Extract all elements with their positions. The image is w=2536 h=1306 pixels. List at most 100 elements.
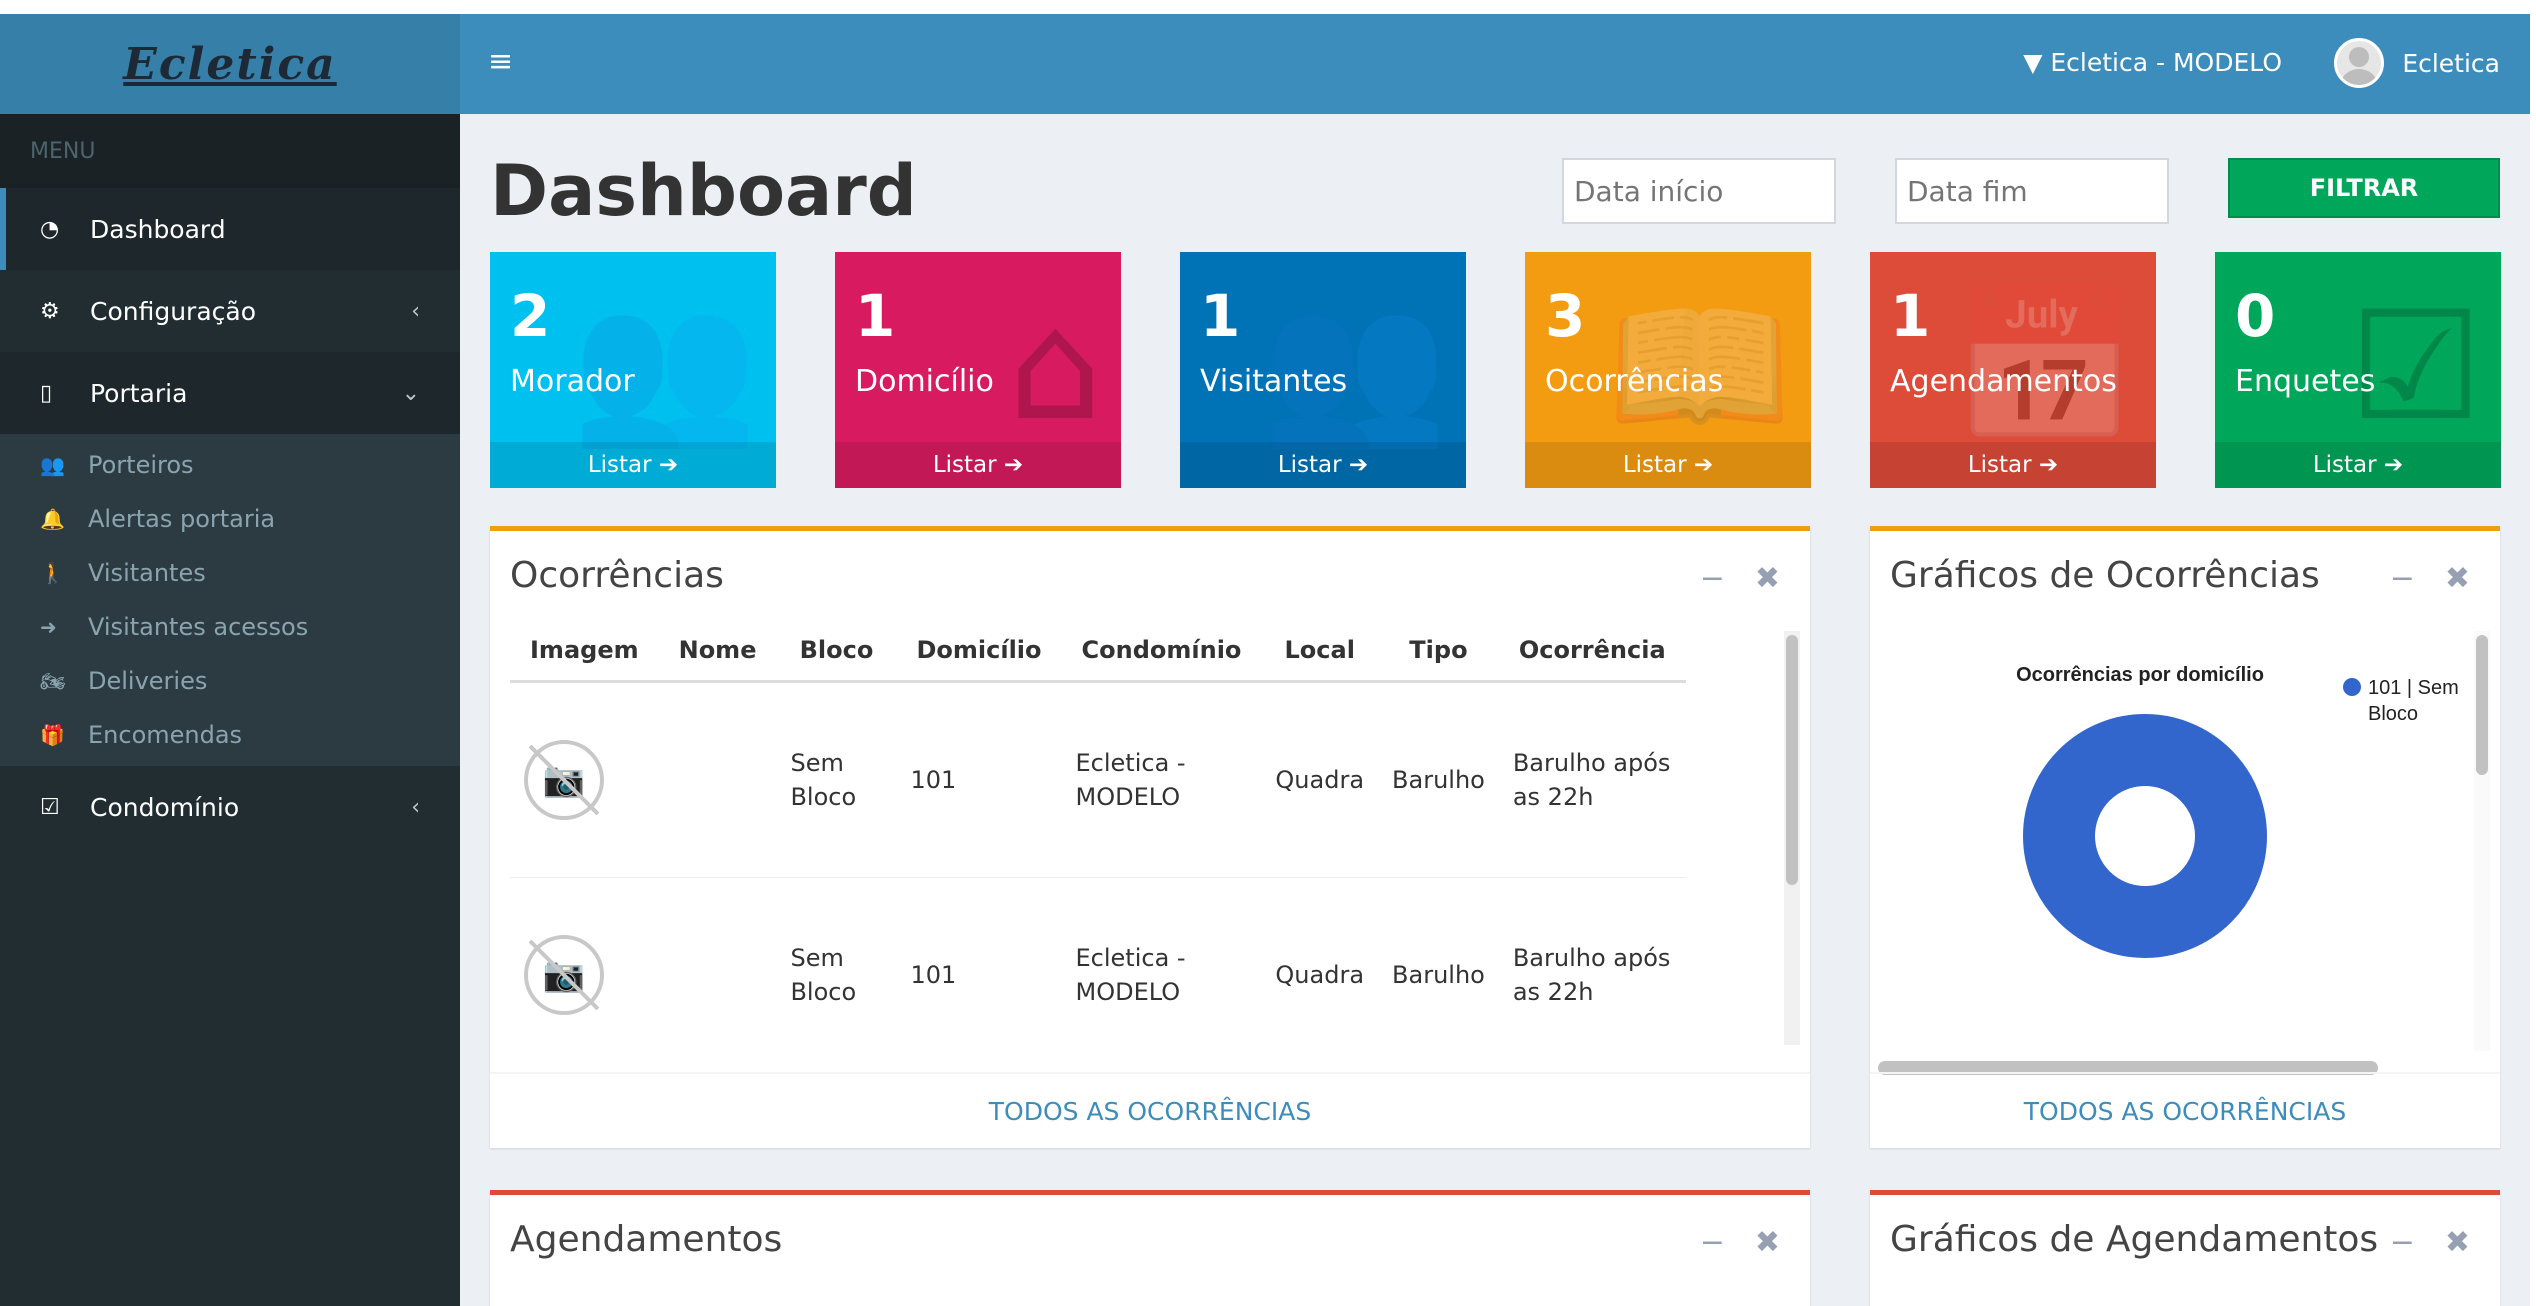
arrow-circle-right-icon: ➔ <box>1693 452 1714 478</box>
column-header[interactable]: Nome <box>658 621 777 683</box>
box-tools: − ✖ <box>1670 561 1780 596</box>
tile-link[interactable]: Listar ➔ <box>1525 442 1811 488</box>
box-tools: − ✖ <box>2360 1225 2470 1260</box>
page-title: Dashboard <box>490 150 917 232</box>
tile-ocorrencias: 📖 3 Ocorrências Listar ➔ <box>1525 252 1811 488</box>
column-header[interactable]: Local <box>1261 621 1379 683</box>
cell-ocorrencia: Barulho após as 22h <box>1498 681 1686 878</box>
sign-in-icon: ➜ <box>40 615 57 639</box>
column-header[interactable]: Bloco <box>776 621 897 683</box>
sidebar-item-condominio[interactable]: ☑ Condomínio ‹ <box>0 766 460 848</box>
close-icon[interactable]: ✖ <box>2445 1225 2470 1260</box>
tile-enquetes: ☑ 0 Enquetes Listar ➔ <box>2215 252 2501 488</box>
sidebar-item-label: Configuração <box>90 296 257 326</box>
users-icon: 👥 <box>40 453 65 477</box>
arrow-circle-right-icon: ➔ <box>2038 452 2059 478</box>
sidebar-item-visitantes[interactable]: 🚶 Visitantes <box>0 546 460 600</box>
vertical-scrollbar[interactable] <box>1784 631 1800 1045</box>
cell-nome <box>658 877 777 1035</box>
menu-header: MENU <box>0 114 460 188</box>
arrow-circle-right-icon: ➔ <box>658 452 679 478</box>
close-icon[interactable]: ✖ <box>2445 561 2470 596</box>
sidebar-item-label: Visitantes acessos <box>88 613 309 641</box>
graficos-ocorrencias-box: Gráficos de Ocorrências − ✖ Ocorrências p… <box>1870 526 2500 1148</box>
tile-label: Domicílio <box>855 364 994 399</box>
scrollbar-thumb[interactable] <box>2476 635 2488 775</box>
column-header[interactable]: Ocorrência <box>1498 621 1686 683</box>
graficos-agendamentos-box: Gráficos de Agendamentos − ✖ <box>1870 1190 2500 1306</box>
column-header[interactable]: Domicílio <box>896 621 1062 683</box>
sidebar-item-deliveries[interactable]: 🏍 Deliveries <box>0 654 460 708</box>
scrollbar-thumb[interactable] <box>1786 635 1798 885</box>
cell-bloco: Sem Bloco <box>776 681 897 878</box>
start-date-input[interactable] <box>1562 158 1836 224</box>
box-tools: − ✖ <box>2360 561 2470 596</box>
filter-button[interactable]: FILTRAR <box>2228 158 2500 218</box>
tile-link[interactable]: Listar ➔ <box>2215 442 2501 488</box>
tile-label: Ocorrências <box>1545 364 1724 399</box>
close-icon[interactable]: ✖ <box>1755 1225 1780 1260</box>
cell-tipo: Barulho <box>1378 877 1499 1035</box>
minimize-icon[interactable]: − <box>2390 1225 2415 1260</box>
menu-toggle-icon[interactable]: ≡ <box>488 44 513 79</box>
column-header[interactable]: Condomínio <box>1061 621 1262 683</box>
chevron-left-icon: ‹ <box>411 794 420 820</box>
tile-visitantes: 👥 1 Visitantes Listar ➔ <box>1180 252 1466 488</box>
sidebar-item-porteiros[interactable]: 👥 Porteiros <box>0 438 460 492</box>
no-camera-icon: 📷 <box>524 935 604 1015</box>
sidebar-item-configuracao[interactable]: ⚙ Configuração ‹ <box>0 270 460 352</box>
tile-domicilio: ⌂ 1 Domicílio Listar ➔ <box>835 252 1121 488</box>
pie-slice[interactable] <box>2023 714 2267 958</box>
minimize-icon[interactable]: − <box>1700 561 1725 596</box>
portaria-submenu: 👥 Porteiros 🔔 Alertas portaria 🚶 Visitan… <box>0 434 460 766</box>
end-date-input[interactable] <box>1895 158 2169 224</box>
minimize-icon[interactable]: − <box>1700 1225 1725 1260</box>
table-row[interactable]: 📷 Sem Bloco 101 Ecletica - MODELO Quadra… <box>510 877 1686 1035</box>
topbar: ≡ ▼ Ecletica - MODELO Ecletica <box>460 14 2530 114</box>
sidebar-item-label: Encomendas <box>88 721 243 749</box>
motorcycle-icon: 🏍 <box>40 669 66 693</box>
tile-count: 1 <box>1890 282 1931 350</box>
cell-condominio: Ecletica - MODELO <box>1061 877 1262 1035</box>
sidebar-item-portaria[interactable]: ▯ Portaria ⌄ <box>0 352 460 434</box>
ocorrencias-table-wrap: Imagem Nome Bloco Domicílio Condomínio L… <box>510 621 1772 1035</box>
sidebar-item-dashboard[interactable]: ◔ Dashboard <box>0 188 460 270</box>
sidebar-item-encomendas[interactable]: 🎁 Encomendas <box>0 708 460 762</box>
todos-ocorrencias-link[interactable]: TODOS AS OCORRÊNCIAS <box>1870 1072 2500 1148</box>
tile-count: 0 <box>2235 282 2276 350</box>
sidebar-item-label: Condomínio <box>90 792 240 822</box>
tile-link[interactable]: Listar ➔ <box>1180 442 1466 488</box>
logo[interactable]: Ecletica <box>0 14 460 114</box>
sidebar-item-visitantes-acessos[interactable]: ➜ Visitantes acessos <box>0 600 460 654</box>
tile-morador: 👥 2 Morador Listar ➔ <box>490 252 776 488</box>
dashboard-icon: ◔ <box>40 216 60 242</box>
user-menu[interactable]: Ecletica <box>2334 38 2500 88</box>
filter-icon: ▼ <box>2023 48 2043 77</box>
column-header[interactable]: Imagem <box>510 621 659 683</box>
sidebar-item-label: Portaria <box>90 378 188 408</box>
column-header[interactable]: Tipo <box>1378 621 1499 683</box>
sidebar-item-alertas-portaria[interactable]: 🔔 Alertas portaria <box>0 492 460 546</box>
minimize-icon[interactable]: − <box>2390 561 2415 596</box>
cell-bloco: Sem Bloco <box>776 877 897 1035</box>
close-icon[interactable]: ✖ <box>1755 561 1780 596</box>
vertical-scrollbar[interactable] <box>2474 631 2490 1051</box>
tile-count: 1 <box>1200 282 1241 350</box>
ocorrencias-box: Ocorrências − ✖ Imagem Nome Bloco Domicíl… <box>490 526 1810 1148</box>
tile-label: Agendamentos <box>1890 364 2117 399</box>
chart-title: Ocorrências por domicílio <box>2016 664 2264 686</box>
table-row[interactable]: 📷 Sem Bloco 101 Ecletica - MODELO Quadra… <box>510 681 1686 878</box>
cell-tipo: Barulho <box>1378 681 1499 878</box>
table-header-row: Imagem Nome Bloco Domicílio Condomínio L… <box>510 621 1686 683</box>
tile-link[interactable]: Listar ➔ <box>835 442 1121 488</box>
tile-link[interactable]: Listar ➔ <box>490 442 776 488</box>
agendamentos-box: Agendamentos − ✖ <box>490 1190 1810 1306</box>
user-name: Ecletica <box>2402 48 2500 78</box>
condominio-selector[interactable]: ▼ Ecletica - MODELO <box>2023 48 2282 77</box>
todos-ocorrencias-link[interactable]: TODOS AS OCORRÊNCIAS <box>490 1072 1810 1148</box>
condominio-label: Ecletica - MODELO <box>2050 48 2282 77</box>
cell-domicilio: 101 <box>896 877 1062 1035</box>
chevron-left-icon: ‹ <box>411 298 420 324</box>
tile-link[interactable]: Listar ➔ <box>1870 442 2156 488</box>
sidebar-item-label: Deliveries <box>88 667 208 695</box>
